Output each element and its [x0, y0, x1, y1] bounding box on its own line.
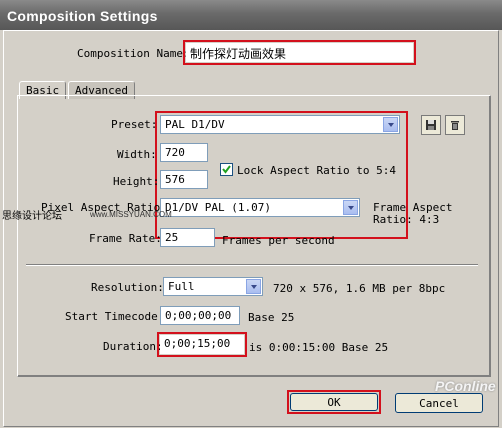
width-input[interactable]: 720 [160, 143, 208, 162]
window-title: Composition Settings [7, 8, 158, 24]
lock-aspect-label: Lock Aspect Ratio to 5:4 [237, 164, 396, 177]
start-timecode-input[interactable]: 0;00;00;00 [160, 306, 240, 325]
watermark-left: 思缘设计论坛 [2, 211, 62, 222]
resolution-value: Full [168, 280, 195, 293]
composition-name-label: Composition Name: [77, 47, 190, 60]
chevron-down-icon [343, 200, 358, 215]
height-input[interactable]: 576 [160, 170, 208, 189]
frame-aspect-line2: Ratio: 4:3 [373, 213, 440, 226]
floppy-icon [426, 120, 436, 130]
duration-label: Duration: [103, 340, 163, 353]
trash-icon [451, 121, 459, 130]
resolution-label: Resolution: [91, 281, 164, 294]
composition-name-input[interactable]: 制作探灯动画效果 [186, 43, 413, 62]
ok-button[interactable]: OK [290, 393, 378, 411]
preset-label: Preset: [111, 118, 158, 131]
frame-rate-unit: Frames per second [222, 234, 335, 247]
start-timecode-label: Start Timecode: [65, 310, 165, 323]
delete-preset-button[interactable] [445, 115, 465, 135]
frame-rate-label: Frame Rate: [89, 232, 162, 245]
watermark-site: www.MISSYUAN.COM [90, 210, 172, 219]
section-divider [26, 264, 478, 266]
resolution-info: 720 x 576, 1.6 MB per 8bpc [273, 282, 446, 295]
save-preset-button[interactable] [421, 115, 441, 135]
watermark-brand: PConline [435, 378, 496, 394]
lock-aspect-checkbox[interactable] [220, 163, 233, 176]
pixel-aspect-value: D1/DV PAL (1.07) [165, 201, 271, 214]
cancel-button[interactable]: Cancel [395, 393, 483, 413]
duration-info: is 0:00:15:00 Base 25 [249, 341, 389, 354]
start-timecode-base: Base 25 [248, 311, 295, 324]
chevron-down-icon [246, 279, 261, 294]
resolution-select[interactable]: Full [163, 277, 263, 296]
frame-rate-input[interactable]: 25 [160, 228, 215, 247]
duration-input[interactable]: 0;00;15;00 [160, 335, 244, 354]
height-label: Height: [113, 175, 160, 188]
checkmark-icon [222, 165, 231, 174]
width-label: Width: [117, 148, 157, 161]
pixel-aspect-select[interactable]: D1/DV PAL (1.07) [160, 198, 360, 217]
